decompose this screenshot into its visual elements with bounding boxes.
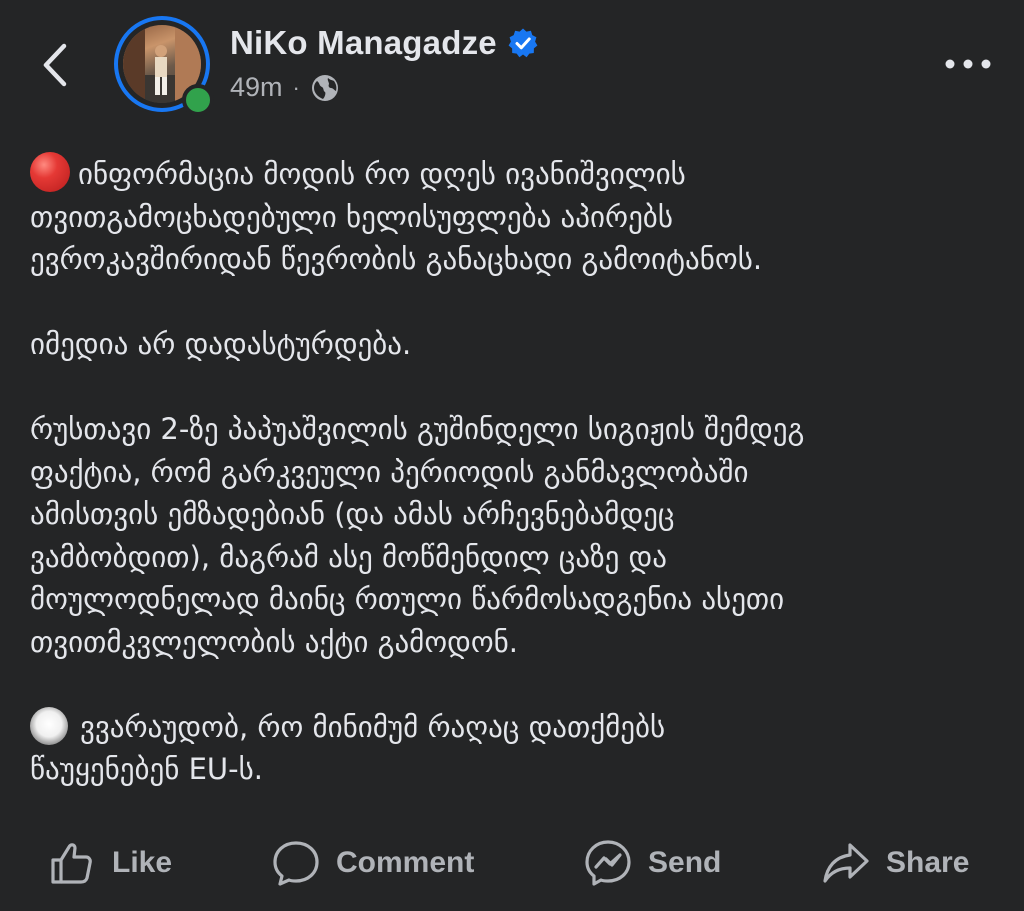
- messenger-icon: [585, 840, 631, 886]
- red-circle-emoji: [30, 152, 70, 192]
- thumbs-up-icon: [51, 843, 92, 884]
- author-avatar[interactable]: [114, 16, 214, 116]
- comment-label: Comment: [336, 846, 475, 879]
- more-options-button[interactable]: [940, 52, 996, 76]
- comment-bubble-icon: [273, 841, 319, 886]
- paragraph-text: ინფორმაცია მოდის რო დღეს ივანიშვილის თვი…: [30, 157, 763, 276]
- comment-button[interactable]: Comment: [272, 828, 474, 898]
- like-label: Like: [112, 846, 173, 879]
- white-circle-emoji: [30, 706, 68, 745]
- verified-badge-icon: [508, 28, 538, 58]
- post-text: ინფორმაცია მოდის რო დღეს ივანიშვილის თვი…: [30, 152, 1005, 833]
- share-label: Share: [886, 846, 970, 879]
- post-paragraph: ინფორმაცია მოდის რო დღეს ივანიშვილის თვი…: [30, 152, 1005, 281]
- paragraph-text: რუსთავი 2-ზე პაპუაშვილის გუშინდელი სიგიჟ…: [30, 412, 805, 659]
- send-button[interactable]: Send: [584, 828, 721, 898]
- back-button[interactable]: [36, 40, 76, 90]
- meta-separator: ·: [292, 74, 300, 100]
- chevron-left-icon: [43, 43, 67, 87]
- like-button[interactable]: Like: [48, 828, 172, 898]
- post-paragraph: იმედია არ დადასტურდება.: [30, 323, 1005, 366]
- globe-icon: [311, 74, 338, 101]
- send-label: Send: [648, 846, 722, 879]
- share-arrow-icon: [823, 843, 869, 883]
- post-paragraph: რუსთავი 2-ზე პაპუაშვილის გუშინდელი სიგიჟ…: [30, 408, 1005, 663]
- paragraph-text: ვვარაუდობ, რო მინიმუმ რაღაც დათქმებს წაუ…: [30, 709, 666, 787]
- author-name[interactable]: NiKo Managadze: [230, 24, 497, 62]
- post-action-bar: Like Comment Send Share: [0, 828, 1024, 898]
- share-button[interactable]: Share: [822, 828, 969, 898]
- post-paragraph: ვვარაუდობ, რო მინიმუმ რაღაც დათქმებს წაუ…: [30, 706, 1005, 791]
- post-timestamp[interactable]: 49m: [230, 72, 283, 103]
- more-horizontal-icon: [945, 59, 991, 69]
- paragraph-text: იმედია არ დადასტურდება.: [30, 327, 412, 361]
- online-status-indicator: [182, 84, 214, 116]
